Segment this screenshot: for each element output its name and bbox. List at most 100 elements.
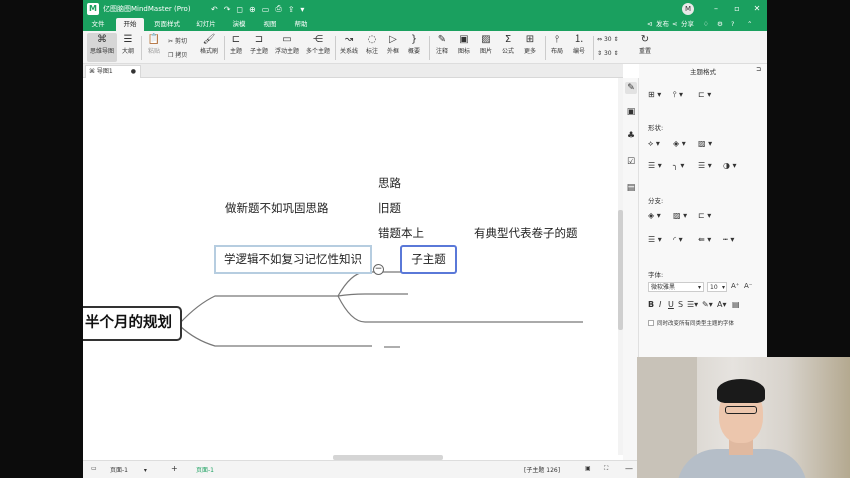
bold-icon[interactable]: B [648, 300, 654, 309]
subtopic-button[interactable]: ⊐ 子主题 [248, 33, 270, 62]
print-icon[interactable]: ⎙ [275, 4, 281, 14]
settings-icon[interactable]: ⚙ [717, 18, 723, 31]
new-icon[interactable]: ◻ [236, 5, 243, 14]
close-button[interactable]: ✕ [746, 0, 767, 18]
leaf-topic-1[interactable]: 思路 [378, 177, 401, 190]
branch-color-icon[interactable]: ▨ ▾ [673, 211, 687, 220]
document-tab[interactable]: ⌘ 导图1 ● [85, 65, 141, 78]
numbering-button[interactable]: ⒈ 编号 [570, 33, 588, 62]
highlight-icon[interactable]: ✎▾ [702, 300, 713, 309]
floating-topic-button[interactable]: ▭ 浮动主题 [273, 33, 301, 62]
topic-button[interactable]: ⊏ 主题 [228, 33, 244, 62]
add-page-icon[interactable]: + [171, 464, 178, 473]
shape-select-icon[interactable]: ⟡ ▾ [648, 139, 660, 149]
format-painter-button[interactable]: 🖌 格式刷 [197, 33, 221, 62]
border-weight-icon[interactable]: ☰ ▾ [648, 161, 662, 170]
shadow-icon[interactable]: ◑ ▾ [723, 161, 737, 170]
font-size-select[interactable]: 10 ▾ [707, 282, 727, 292]
decrease-font-icon[interactable]: A⁻ [744, 282, 752, 290]
branch-dash-icon[interactable]: ┅ ▾ [723, 235, 734, 244]
vertical-spacing-field[interactable]: ⇕ 30 ⇕ [597, 50, 619, 57]
more-button[interactable]: ⊞ 更多 [521, 33, 539, 62]
formula-button[interactable]: Σ 公式 [499, 33, 517, 62]
menu-present[interactable]: 演模 [226, 18, 252, 31]
note-button[interactable]: ✎ 注释 [433, 33, 451, 62]
open-icon[interactable]: ⊕ [249, 5, 256, 14]
leaf-topic-3-child[interactable]: 有典型代表卷子的题 [474, 227, 578, 240]
text-options-icon[interactable]: ▤ [732, 300, 740, 309]
multi-topic-button[interactable]: ⋲ 多个主题 [304, 33, 332, 62]
menu-file[interactable]: 文件 [85, 18, 111, 31]
page-panel-icon[interactable]: ▭ [91, 465, 97, 472]
cut-button[interactable]: ✂ 剪切 [168, 36, 187, 45]
share-icon[interactable]: ⋖ [672, 18, 677, 31]
user-avatar[interactable]: M [682, 3, 694, 15]
font-color-icon[interactable]: A▾ [717, 300, 727, 309]
leaf-topic-2[interactable]: 旧题 [378, 202, 401, 215]
icon-panel-icon[interactable]: ▣ [625, 106, 637, 118]
relationship-button[interactable]: ↝ 关系线 [338, 33, 360, 62]
redo-icon[interactable]: ↷ [224, 5, 231, 14]
menu-home[interactable]: 开始 [116, 18, 144, 31]
subtopic-node[interactable]: 子主题 [400, 245, 457, 274]
strikethrough-icon[interactable]: S [678, 300, 683, 309]
export-icon[interactable]: ⇪ [288, 5, 295, 14]
pin-panel-icon[interactable]: ⊐ [756, 66, 761, 73]
underline-icon[interactable]: U [668, 300, 674, 309]
fit-page-icon[interactable]: ▣ [585, 465, 591, 472]
summary-button[interactable]: } 概要 [405, 33, 423, 62]
leaf-topic-3[interactable]: 错题本上 [378, 227, 424, 240]
save-icon[interactable]: ▭ [262, 5, 270, 14]
branch-taper-icon[interactable]: ◜ ▾ [673, 235, 683, 244]
publish-icon[interactable]: ⊲ [647, 18, 652, 31]
reset-button[interactable]: ↻ 重置 [636, 33, 654, 62]
mindmap-canvas[interactable]: 半个月的规划 做新题不如巩固思路 思路 旧题 错题本上 有典型代表卷子的题 学逻… [83, 78, 618, 455]
page-tab[interactable]: 页面-1 [196, 465, 214, 474]
page-select[interactable]: 页面-1 ▾ [110, 465, 147, 474]
hierarchy-icon[interactable]: ⫯ ▾ [673, 90, 683, 100]
minimize-button[interactable]: – [705, 0, 727, 18]
root-topic[interactable]: 半个月的规划 [83, 306, 182, 341]
callout-button[interactable]: ◌ 标注 [363, 33, 381, 62]
collapse-toggle[interactable]: − [373, 264, 384, 275]
format-panel-icon[interactable]: ✎ [625, 82, 637, 94]
undo-icon[interactable]: ↶ [211, 5, 218, 14]
align-icon[interactable]: ☰▾ [687, 300, 698, 309]
layout-button[interactable]: ⫯ 布局 [548, 33, 566, 62]
branch-topic-1[interactable]: 做新题不如巩固思路 [225, 202, 329, 215]
border-dash-icon[interactable]: ☰ ▾ [698, 161, 712, 170]
connector-style-icon[interactable]: ⊏ ▾ [698, 90, 711, 99]
outline-view-button[interactable]: ☰ 大纲 [119, 33, 137, 62]
fullscreen-icon[interactable]: ⛶ [604, 465, 608, 473]
menu-view[interactable]: 视图 [257, 18, 283, 31]
icon-button[interactable]: ▣ 图标 [455, 33, 473, 62]
horizontal-spacing-field[interactable]: ⇔ 30 ⇕ [597, 36, 619, 43]
branch-topic-2[interactable]: 学逻辑不如复习记忆性知识 [224, 253, 362, 266]
increase-font-icon[interactable]: A⁺ [731, 282, 739, 290]
font-family-select[interactable]: 微软雅黑 ▾ [648, 282, 704, 292]
note-panel-icon[interactable]: ▤ [625, 182, 637, 194]
task-panel-icon[interactable]: ☑ [625, 156, 637, 168]
menu-slideshow[interactable]: 幻灯片 [191, 18, 221, 31]
collapse-ribbon-icon[interactable]: ⌃ [747, 18, 752, 31]
branch-fill-icon[interactable]: ◈ ▾ [648, 211, 661, 220]
branch-arrow-icon[interactable]: ⇚ ▾ [698, 235, 711, 244]
border-color-icon[interactable]: ▨ ▾ [698, 139, 712, 148]
copy-button[interactable]: ❐ 拷贝 [168, 50, 187, 59]
quick-access-dropdown-icon[interactable]: ▾ [300, 5, 304, 14]
layout-structure-icon[interactable]: ⊞ ▾ [648, 90, 661, 99]
branch-connector-icon[interactable]: ⊏ ▾ [698, 211, 711, 220]
zoom-out-icon[interactable]: — [625, 464, 633, 473]
help-icon[interactable]: ? [731, 18, 734, 31]
menu-page-style[interactable]: 页面样式 [149, 18, 185, 31]
fill-color-icon[interactable]: ◈ ▾ [673, 139, 686, 148]
boundary-button[interactable]: ▷ 外框 [384, 33, 402, 62]
image-button[interactable]: ▨ 图片 [477, 33, 495, 62]
menu-help[interactable]: 帮助 [288, 18, 314, 31]
bell-icon[interactable]: ♢ [703, 18, 709, 31]
maximize-button[interactable]: ▫ [726, 0, 748, 18]
paste-button[interactable]: 📋 粘贴 [145, 33, 163, 62]
italic-icon[interactable]: I [659, 300, 661, 309]
apply-all-checkbox[interactable] [648, 320, 654, 326]
publish-button[interactable]: 发布 [656, 18, 669, 31]
